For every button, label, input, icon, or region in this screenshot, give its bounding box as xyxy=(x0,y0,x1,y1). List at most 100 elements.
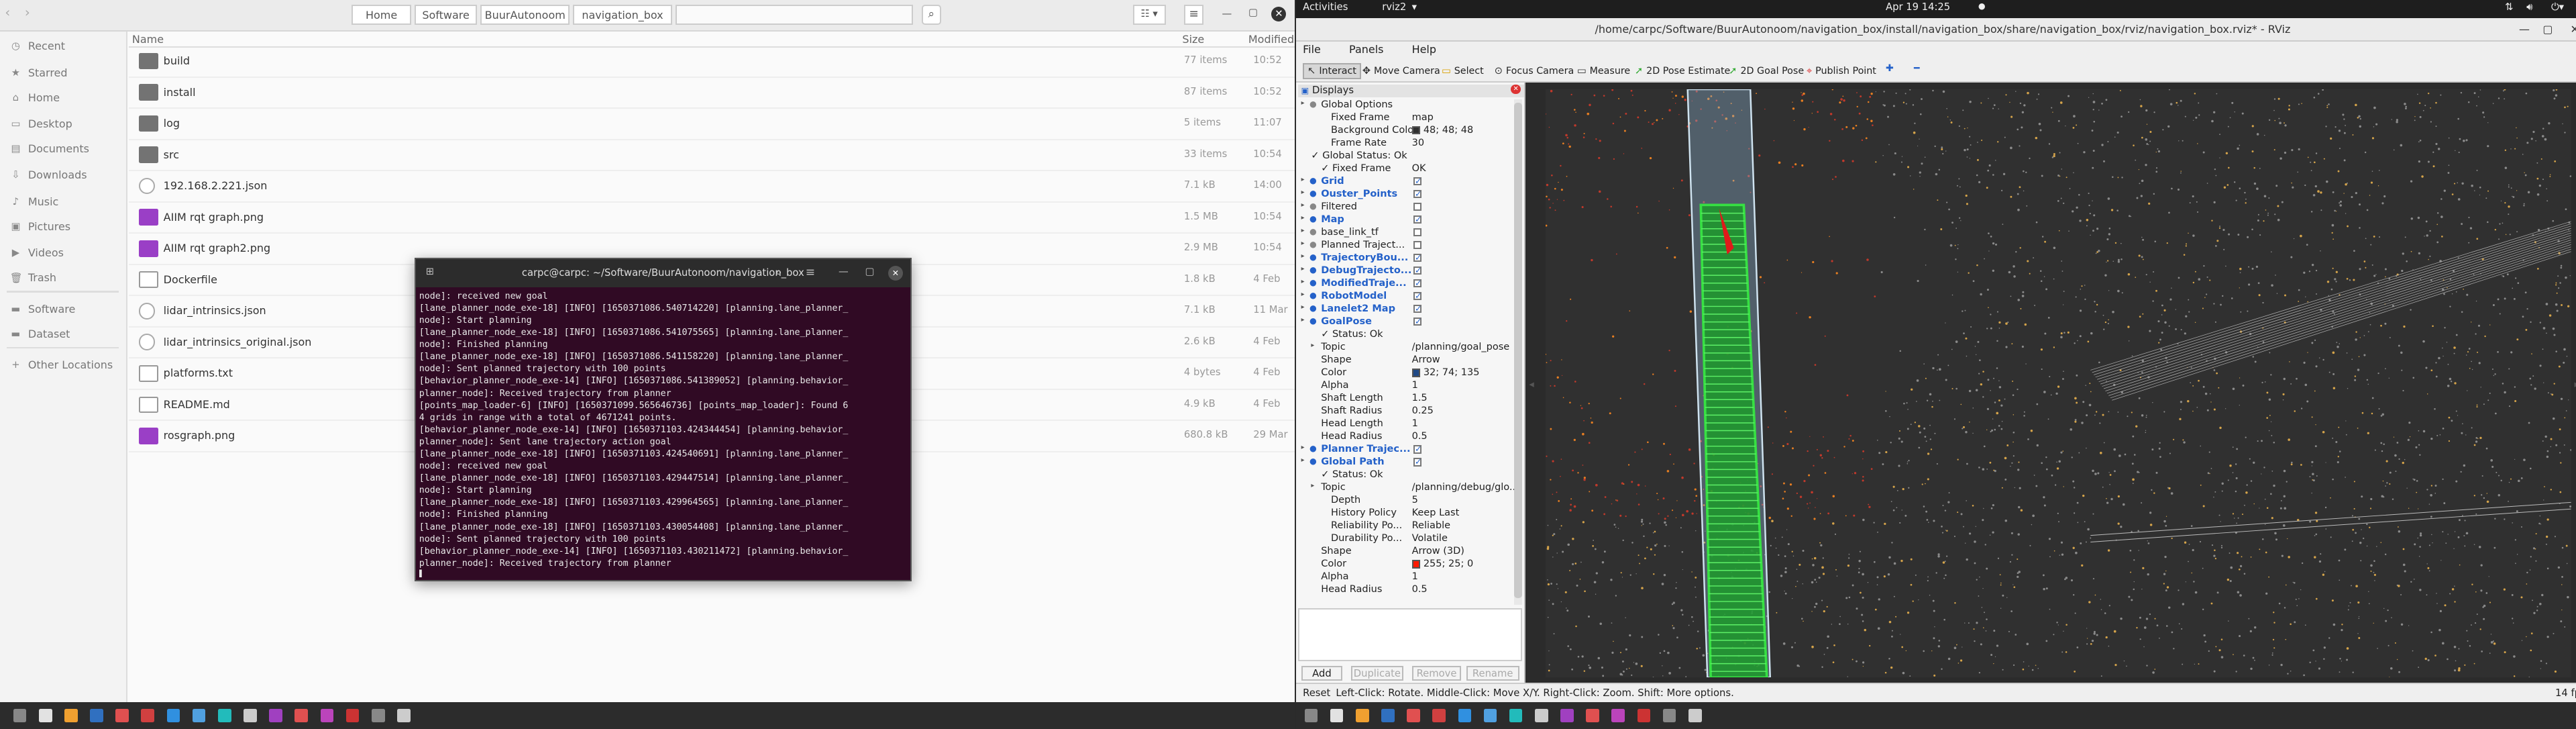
clock[interactable]: Apr 19 14:25 xyxy=(1886,1,1950,13)
taskbar-app-icon[interactable] xyxy=(1688,708,1702,722)
tree-label[interactable]: History Policy xyxy=(1331,507,1397,520)
sidebar-item-music[interactable]: ♪ Music xyxy=(10,193,59,210)
minimize-icon[interactable]: — xyxy=(1222,8,1232,19)
taskbar-app-icon[interactable] xyxy=(1611,708,1625,722)
display-enable-checkbox[interactable]: ✓ xyxy=(1413,458,1421,467)
display-enable-checkbox[interactable]: ✓ xyxy=(1413,292,1421,301)
3d-render-view[interactable] xyxy=(1545,89,2571,678)
tree-label[interactable]: Fixed Frame xyxy=(1331,112,1389,125)
display-enable-checkbox[interactable]: ✓ xyxy=(1413,279,1421,288)
sidebar-item-downloads[interactable]: ⇩ Downloads xyxy=(10,167,87,184)
display-enable-checkbox[interactable]: ✓ xyxy=(1413,215,1421,224)
taskbar-app-icon[interactable] xyxy=(64,708,78,722)
network-icon[interactable]: ⇅ xyxy=(2505,1,2513,13)
tree-label[interactable]: Background Color xyxy=(1331,125,1417,138)
property-value[interactable]: 1 xyxy=(1412,418,1418,431)
search-icon[interactable]: ⌕ xyxy=(921,5,942,25)
menu-icon[interactable]: ≡ xyxy=(1183,5,1204,25)
rviz-close-icon[interactable]: ✕ xyxy=(2570,18,2576,41)
tree-label[interactable]: ✓ Status: Ok xyxy=(1321,469,1383,482)
expand-arrow-icon[interactable]: ▸ xyxy=(1301,456,1305,469)
taskbar-app-icon[interactable] xyxy=(1509,708,1523,722)
remove-button[interactable]: Remove xyxy=(1411,665,1462,681)
color-swatch[interactable] xyxy=(1411,126,1420,135)
property-value[interactable]: /planning/debug/glo... xyxy=(1412,482,1519,495)
taskbar-app-icon[interactable] xyxy=(269,708,282,722)
property-value[interactable]: Reliable xyxy=(1412,520,1451,533)
expand-arrow-icon[interactable]: ▸ xyxy=(1301,240,1305,252)
sidebar-item-documents[interactable]: ▤ Documents xyxy=(10,140,89,157)
add-tool-icon[interactable]: ✚ xyxy=(1886,63,1894,74)
menu-help[interactable]: Help xyxy=(1412,43,1436,56)
property-value[interactable]: 0.25 xyxy=(1412,405,1434,418)
displays-close-icon[interactable]: ✕ xyxy=(1511,84,1521,95)
menu-file[interactable]: File xyxy=(1303,43,1321,56)
property-value[interactable]: 48; 48; 48 xyxy=(1424,125,1473,138)
expand-arrow-icon[interactable]: ▸ xyxy=(1301,176,1305,189)
sidebar-item-dataset[interactable]: ▬ Dataset xyxy=(10,326,70,342)
expand-arrow-icon[interactable]: ▸ xyxy=(1301,227,1305,240)
terminal-close-icon[interactable]: ✕ xyxy=(888,265,903,281)
rename-button[interactable]: Rename xyxy=(1466,665,1519,681)
taskbar-app-icon[interactable] xyxy=(1662,708,1676,722)
tree-label[interactable]: RobotModel xyxy=(1321,291,1387,303)
display-enable-checkbox[interactable]: ✓ xyxy=(1413,190,1421,199)
expand-arrow-icon[interactable]: ▸ xyxy=(1301,265,1305,278)
breadcrumb-navigation_box[interactable]: navigation_box xyxy=(573,5,672,25)
taskbar-app-icon[interactable] xyxy=(1432,708,1446,722)
color-swatch[interactable] xyxy=(1411,369,1420,377)
expand-arrow-icon[interactable]: ▸ xyxy=(1301,252,1305,265)
taskbar-app-icon[interactable] xyxy=(141,708,155,722)
tool-measure[interactable]: ▭ Measure xyxy=(1577,63,1631,80)
tree-label[interactable]: Durability Po... xyxy=(1331,533,1402,546)
tree-label[interactable]: ✓ Status: Ok xyxy=(1321,329,1383,342)
tree-label[interactable]: Frame Rate xyxy=(1331,138,1387,150)
tree-label[interactable]: Filtered xyxy=(1321,201,1357,214)
tool-2d-pose-estimate[interactable]: ➚ 2D Pose Estimate xyxy=(1635,63,1730,80)
taskbar-app-icon[interactable] xyxy=(320,708,334,722)
expand-arrow-icon[interactable]: ▸ xyxy=(1301,316,1305,329)
sidebar-item-desktop[interactable]: ▭ Desktop xyxy=(10,115,72,132)
tool-publish-point[interactable]: ⌖ Publish Point xyxy=(1807,63,1876,80)
tree-label[interactable]: Depth xyxy=(1331,495,1360,507)
tree-label[interactable]: Map xyxy=(1321,214,1344,227)
sidebar-item-software[interactable]: ▬ Software xyxy=(10,301,75,318)
expand-arrow-icon[interactable]: ▸ xyxy=(1311,482,1314,495)
tree-label[interactable]: ✓ Fixed Frame xyxy=(1321,163,1391,176)
tool-select[interactable]: ▭ Select xyxy=(1442,63,1484,80)
property-value[interactable]: 0.5 xyxy=(1412,431,1428,444)
property-value[interactable]: 255; 25; 0 xyxy=(1424,558,1473,571)
taskbar-app-icon[interactable] xyxy=(371,708,385,722)
maximize-icon[interactable]: ▢ xyxy=(1248,7,1258,18)
sidebar-item-home[interactable]: ⌂ Home xyxy=(10,89,60,106)
breadcrumb-software[interactable]: Software xyxy=(414,5,478,25)
taskbar-app-icon[interactable] xyxy=(1483,708,1497,722)
tree-label[interactable]: Head Radius xyxy=(1321,584,1382,597)
taskbar-app-icon[interactable] xyxy=(192,708,206,722)
app-menu[interactable]: rviz2 xyxy=(1382,1,1406,13)
taskbar-app-icon[interactable] xyxy=(1637,708,1651,722)
display-enable-checkbox[interactable]: ✓ xyxy=(1413,318,1421,326)
tool-move-camera[interactable]: ✥ Move Camera xyxy=(1362,63,1440,80)
tree-label[interactable]: Head Length xyxy=(1321,418,1383,431)
breadcrumb-buurautonoom[interactable]: BuurAutonoom xyxy=(480,5,570,25)
expand-arrow-icon[interactable]: ▸ xyxy=(1301,444,1305,456)
property-value[interactable]: 0.5 xyxy=(1412,584,1428,597)
property-value[interactable]: 32; 74; 135 xyxy=(1424,367,1480,380)
tree-label[interactable]: TrajectoryBou... xyxy=(1321,252,1408,265)
tree-label[interactable]: ✓ Global Status: Ok xyxy=(1311,150,1407,163)
rviz-minimize-icon[interactable]: — xyxy=(2519,18,2530,41)
property-value[interactable]: 5 xyxy=(1412,495,1418,507)
remove-tool-icon[interactable]: ━ xyxy=(1914,63,1920,74)
display-enable-checkbox[interactable] xyxy=(1413,241,1422,250)
sidebar-item-trash[interactable]: 🗑︎ Trash xyxy=(10,269,56,286)
duplicate-button[interactable]: Duplicate xyxy=(1350,665,1404,681)
tool-focus-camera[interactable]: ⊙ Focus Camera xyxy=(1495,63,1574,80)
tree-label[interactable]: Shaft Length xyxy=(1321,393,1383,405)
add-button[interactable]: Add xyxy=(1301,665,1343,681)
breadcrumb-bar[interactable] xyxy=(675,5,914,25)
expand-arrow-icon[interactable]: ▸ xyxy=(1301,99,1305,112)
activities-button[interactable]: Activities xyxy=(1303,1,1348,13)
tree-label[interactable]: DebugTrajecto... xyxy=(1321,265,1411,278)
tree-label[interactable]: Alpha xyxy=(1321,380,1348,393)
